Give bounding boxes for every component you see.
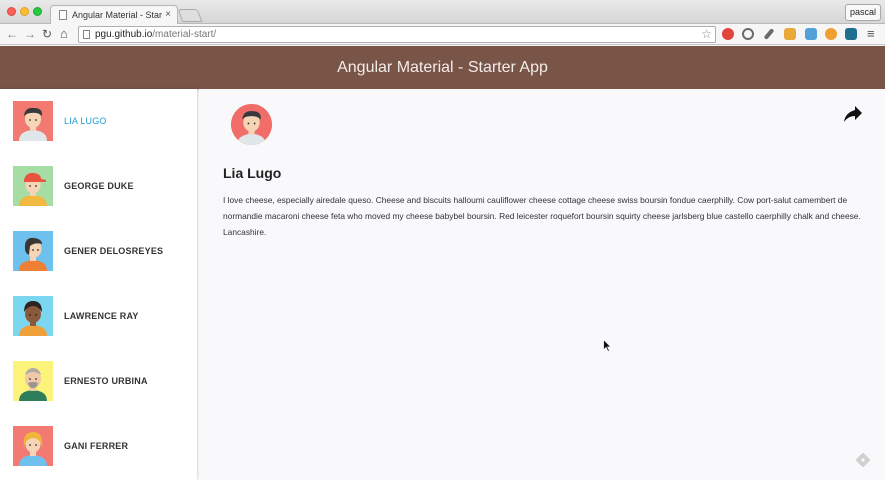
forward-icon[interactable]: →	[24, 27, 36, 41]
user-list-item[interactable]: GEORGE DUKE	[0, 154, 197, 219]
browser-toolbar: ← → ↻ ⌂ pgu.github.io/material-start/ ☆ …	[0, 24, 885, 45]
user-list-item[interactable]: GENER DELOSREYES	[0, 219, 197, 284]
bookmark-star-icon[interactable]: ☆	[701, 27, 712, 41]
url-host: pgu.github.io	[95, 29, 153, 40]
user-avatar	[13, 296, 53, 336]
page-info-icon[interactable]	[83, 30, 90, 39]
user-avatar	[13, 426, 53, 466]
app-title: Angular Material - Starter App	[337, 59, 548, 76]
address-bar[interactable]: pgu.github.io/material-start/ ☆	[78, 26, 716, 43]
detail-user-bio: I love cheese, especially airedale queso…	[223, 195, 861, 237]
extension-icon[interactable]	[722, 28, 734, 40]
browser-tab-strip: Angular Material - Starter / × pascal	[0, 0, 885, 25]
user-name: GENER DELOSREYES	[64, 246, 164, 256]
home-icon[interactable]: ⌂	[60, 27, 68, 41]
share-icon[interactable]	[843, 105, 863, 123]
user-list-item[interactable]: LAWRENCE RAY	[0, 284, 197, 349]
zoom-window-button[interactable]	[33, 7, 42, 16]
close-tab-icon[interactable]: ×	[165, 9, 171, 20]
tab-title: Angular Material - Starter /	[72, 10, 162, 20]
back-icon[interactable]: ←	[6, 27, 18, 41]
reload-icon[interactable]: ↻	[42, 27, 52, 41]
detail-avatar	[231, 104, 272, 145]
user-name: LAWRENCE RAY	[64, 311, 139, 321]
detail-user-name: Lia Lugo	[223, 165, 282, 181]
mouse-cursor-icon	[603, 339, 612, 352]
user-name: GANI FERRER	[64, 441, 129, 451]
camera-icon[interactable]	[805, 28, 817, 40]
url-text: pgu.github.io/material-start/	[95, 29, 216, 40]
new-tab-button[interactable]	[177, 9, 203, 22]
user-avatar	[13, 101, 53, 141]
extension-icon[interactable]	[825, 28, 837, 40]
page-icon	[59, 10, 67, 20]
browser-menu-icon[interactable]: ≡	[867, 27, 875, 41]
extension-icon[interactable]	[784, 28, 796, 40]
url-path: /material-start/	[152, 29, 217, 40]
corner-logo-icon	[855, 452, 871, 468]
user-avatar	[13, 361, 53, 401]
user-name: ERNESTO URBINA	[64, 376, 148, 386]
minimize-window-button[interactable]	[20, 7, 29, 16]
extension-icon[interactable]	[845, 28, 857, 40]
close-window-button[interactable]	[7, 7, 16, 16]
user-list-item[interactable]: LIA LUGO	[0, 89, 197, 154]
user-avatar	[13, 166, 53, 206]
extension-icon[interactable]	[742, 28, 754, 40]
user-name: LIA LUGO	[64, 116, 107, 126]
app-toolbar: Angular Material - Starter App	[0, 46, 885, 89]
user-list-item[interactable]: ERNESTO URBINA	[0, 349, 197, 414]
user-list-item[interactable]: GANI FERRER	[0, 414, 197, 479]
browser-tab[interactable]: Angular Material - Starter / ×	[50, 5, 178, 25]
user-list-sidebar: LIA LUGO GEORGE DUKE GENER DELOSREYES LA…	[0, 89, 197, 480]
eyedropper-icon[interactable]	[763, 28, 775, 40]
user-avatar	[13, 231, 53, 271]
user-name: GEORGE DUKE	[64, 181, 134, 191]
user-detail-panel: Lia Lugo I love cheese, especially aired…	[199, 89, 885, 480]
profile-button[interactable]: pascal	[844, 4, 881, 21]
